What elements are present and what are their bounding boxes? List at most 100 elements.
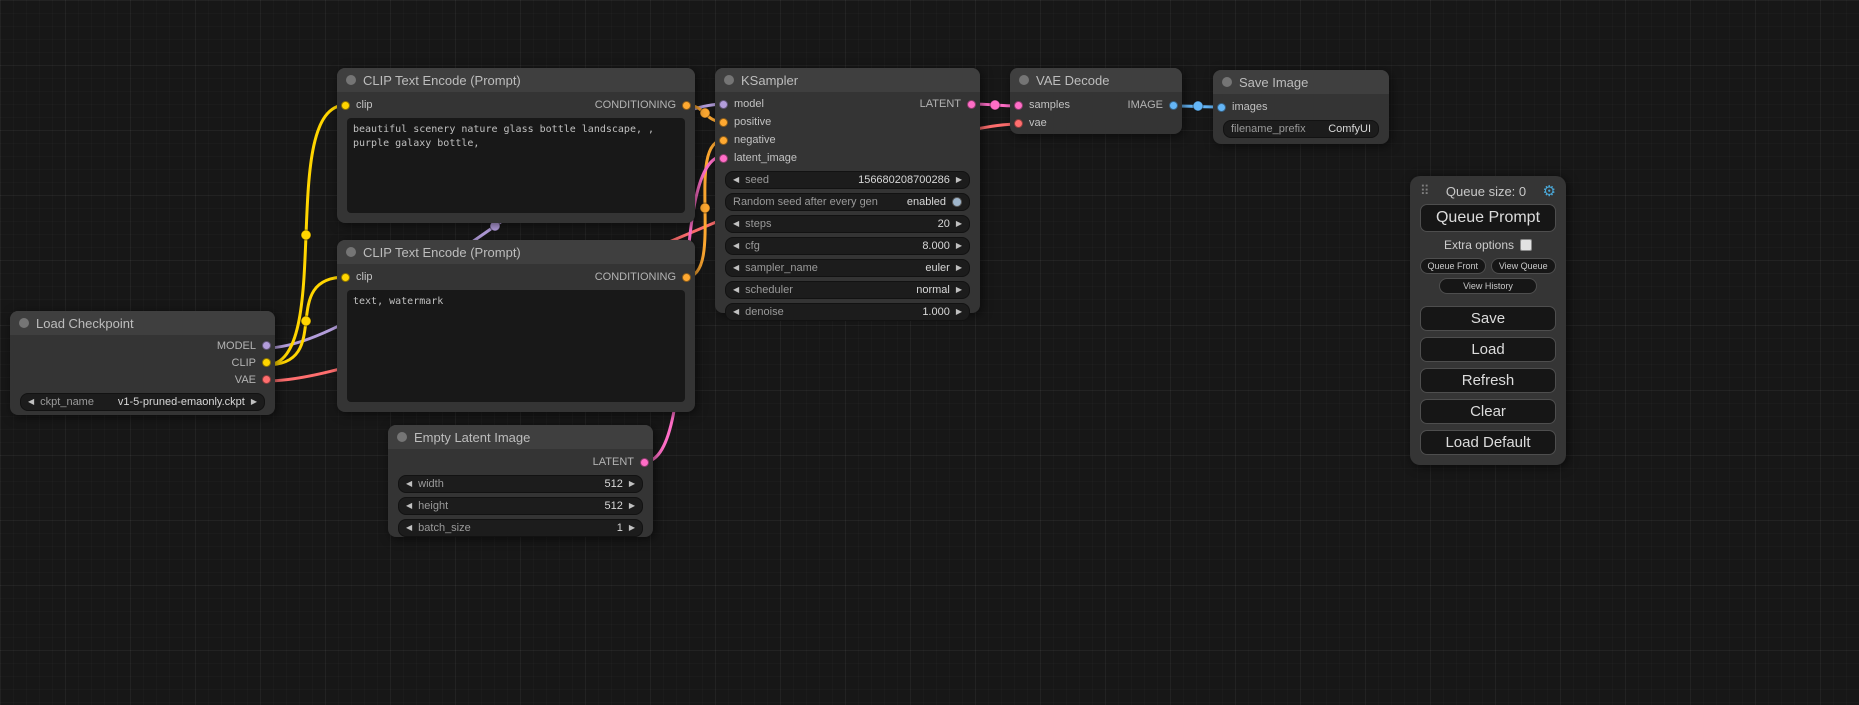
output-dot-vae[interactable] — [262, 375, 271, 384]
widget-value[interactable]: 1.000 — [922, 306, 950, 318]
node-title-bar[interactable]: Save Image — [1213, 70, 1389, 94]
increment-arrow-icon[interactable]: ▶ — [629, 502, 635, 510]
node-ksampler[interactable]: KSampler model LATENT positive negative … — [715, 68, 980, 313]
output-dot-clip[interactable] — [262, 358, 271, 367]
collapse-dot-icon[interactable] — [724, 75, 734, 85]
decrement-arrow-icon[interactable]: ◀ — [28, 398, 34, 406]
decrement-arrow-icon[interactable]: ◀ — [733, 286, 739, 294]
node-title-bar[interactable]: CLIP Text Encode (Prompt) — [337, 240, 695, 264]
node-clip-text-encode-positive[interactable]: CLIP Text Encode (Prompt) clip CONDITION… — [337, 68, 695, 223]
ckpt-name-widget[interactable]: ◀ ckpt_name v1-5-pruned-emaonly.ckpt ▶ — [20, 393, 265, 411]
node-load-checkpoint[interactable]: Load Checkpoint MODEL CLIP VAE ◀ ckpt_na… — [10, 311, 275, 415]
increment-arrow-icon[interactable]: ▶ — [956, 286, 962, 294]
widget-value[interactable]: normal — [916, 284, 950, 296]
refresh-button[interactable]: Refresh — [1420, 368, 1556, 393]
toggle-dot[interactable] — [952, 197, 962, 207]
output-dot-model[interactable] — [262, 341, 271, 350]
view-history-button[interactable]: View History — [1439, 278, 1537, 294]
settings-gear-icon[interactable]: ⚙ — [1543, 182, 1556, 200]
output-dot-conditioning[interactable] — [682, 101, 691, 110]
height-widget[interactable]: ◀ height 512 ▶ — [398, 497, 643, 515]
clear-button[interactable]: Clear — [1420, 399, 1556, 424]
node-title-bar[interactable]: Empty Latent Image — [388, 425, 653, 449]
batch-size-widget[interactable]: ◀ batch_size 1 ▶ — [398, 519, 643, 537]
widget-value[interactable]: 1 — [617, 522, 623, 534]
output-dot-image[interactable] — [1169, 101, 1178, 110]
collapse-dot-icon[interactable] — [1019, 75, 1029, 85]
input-dot-clip[interactable] — [341, 101, 350, 110]
input-dot-images[interactable] — [1217, 103, 1226, 112]
node-clip-text-encode-negative[interactable]: CLIP Text Encode (Prompt) clip CONDITION… — [337, 240, 695, 412]
load-button[interactable]: Load — [1420, 337, 1556, 362]
decrement-arrow-icon[interactable]: ◀ — [406, 502, 412, 510]
cfg-widget[interactable]: ◀ cfg 8.000 ▶ — [725, 237, 970, 255]
input-dot-positive[interactable] — [719, 118, 728, 127]
decrement-arrow-icon[interactable]: ◀ — [406, 480, 412, 488]
graph-canvas[interactable]: { "nodes": { "load_checkpoint": { "title… — [0, 0, 1859, 705]
steps-widget[interactable]: ◀ steps 20 ▶ — [725, 215, 970, 233]
negative-prompt-input[interactable]: text, watermark — [347, 290, 685, 402]
collapse-dot-icon[interactable] — [19, 318, 29, 328]
increment-arrow-icon[interactable]: ▶ — [251, 398, 257, 406]
save-button[interactable]: Save — [1420, 306, 1556, 331]
node-title-bar[interactable]: KSampler — [715, 68, 980, 92]
width-widget[interactable]: ◀ width 512 ▶ — [398, 475, 643, 493]
node-save-image[interactable]: Save Image images filename_prefix ComfyU… — [1213, 70, 1389, 144]
increment-arrow-icon[interactable]: ▶ — [956, 242, 962, 250]
scheduler-widget[interactable]: ◀ scheduler normal ▶ — [725, 281, 970, 299]
node-title-bar[interactable]: VAE Decode — [1010, 68, 1182, 92]
collapse-dot-icon[interactable] — [346, 247, 356, 257]
drag-handle-icon[interactable]: ⠿ — [1420, 183, 1430, 199]
widget-value[interactable]: 512 — [604, 500, 622, 512]
link-midpoint — [700, 108, 710, 118]
output-dot-conditioning[interactable] — [682, 273, 691, 282]
widget-value[interactable]: 20 — [938, 218, 950, 230]
widget-value[interactable]: 156680208700286 — [858, 174, 950, 186]
collapse-dot-icon[interactable] — [346, 75, 356, 85]
node-vae-decode[interactable]: VAE Decode samples IMAGE vae — [1010, 68, 1182, 134]
decrement-arrow-icon[interactable]: ◀ — [733, 220, 739, 228]
decrement-arrow-icon[interactable]: ◀ — [733, 308, 739, 316]
input-dot-vae[interactable] — [1014, 119, 1023, 128]
decrement-arrow-icon[interactable]: ◀ — [733, 264, 739, 272]
node-title-bar[interactable]: Load Checkpoint — [10, 311, 275, 335]
input-dot-samples[interactable] — [1014, 101, 1023, 110]
seed-widget[interactable]: ◀ seed 156680208700286 ▶ — [725, 171, 970, 189]
input-dot-negative[interactable] — [719, 136, 728, 145]
extra-options-checkbox[interactable] — [1520, 239, 1532, 251]
node-title-bar[interactable]: CLIP Text Encode (Prompt) — [337, 68, 695, 92]
link-midpoint — [700, 203, 710, 213]
increment-arrow-icon[interactable]: ▶ — [956, 220, 962, 228]
increment-arrow-icon[interactable]: ▶ — [956, 308, 962, 316]
widget-value[interactable]: v1-5-pruned-emaonly.ckpt — [118, 396, 245, 408]
load-default-button[interactable]: Load Default — [1420, 430, 1556, 455]
widget-value[interactable]: euler — [925, 262, 949, 274]
input-dot-clip[interactable] — [341, 273, 350, 282]
decrement-arrow-icon[interactable]: ◀ — [733, 176, 739, 184]
denoise-widget[interactable]: ◀ denoise 1.000 ▶ — [725, 303, 970, 321]
widget-value[interactable]: 512 — [604, 478, 622, 490]
positive-prompt-input[interactable]: beautiful scenery nature glass bottle la… — [347, 118, 685, 213]
random-seed-toggle-widget[interactable]: Random seed after every gen enabled — [725, 193, 970, 211]
node-empty-latent-image[interactable]: Empty Latent Image LATENT ◀ width 512 ▶ … — [388, 425, 653, 537]
input-dot-latent-image[interactable] — [719, 154, 728, 163]
increment-arrow-icon[interactable]: ▶ — [629, 480, 635, 488]
output-label-image: IMAGE — [1128, 99, 1163, 111]
decrement-arrow-icon[interactable]: ◀ — [406, 524, 412, 532]
queue-prompt-button[interactable]: Queue Prompt — [1420, 204, 1556, 232]
collapse-dot-icon[interactable] — [397, 432, 407, 442]
filename-prefix-widget[interactable]: filename_prefix ComfyUI — [1223, 120, 1379, 138]
widget-value[interactable]: 8.000 — [922, 240, 950, 252]
sampler-name-widget[interactable]: ◀ sampler_name euler ▶ — [725, 259, 970, 277]
queue-front-button[interactable]: Queue Front — [1420, 258, 1486, 274]
output-dot-latent[interactable] — [967, 100, 976, 109]
increment-arrow-icon[interactable]: ▶ — [956, 176, 962, 184]
decrement-arrow-icon[interactable]: ◀ — [733, 242, 739, 250]
widget-value[interactable]: ComfyUI — [1328, 123, 1371, 135]
input-dot-model[interactable] — [719, 100, 728, 109]
increment-arrow-icon[interactable]: ▶ — [629, 524, 635, 532]
output-dot-latent[interactable] — [640, 458, 649, 467]
increment-arrow-icon[interactable]: ▶ — [956, 264, 962, 272]
view-queue-button[interactable]: View Queue — [1491, 258, 1557, 274]
collapse-dot-icon[interactable] — [1222, 77, 1232, 87]
